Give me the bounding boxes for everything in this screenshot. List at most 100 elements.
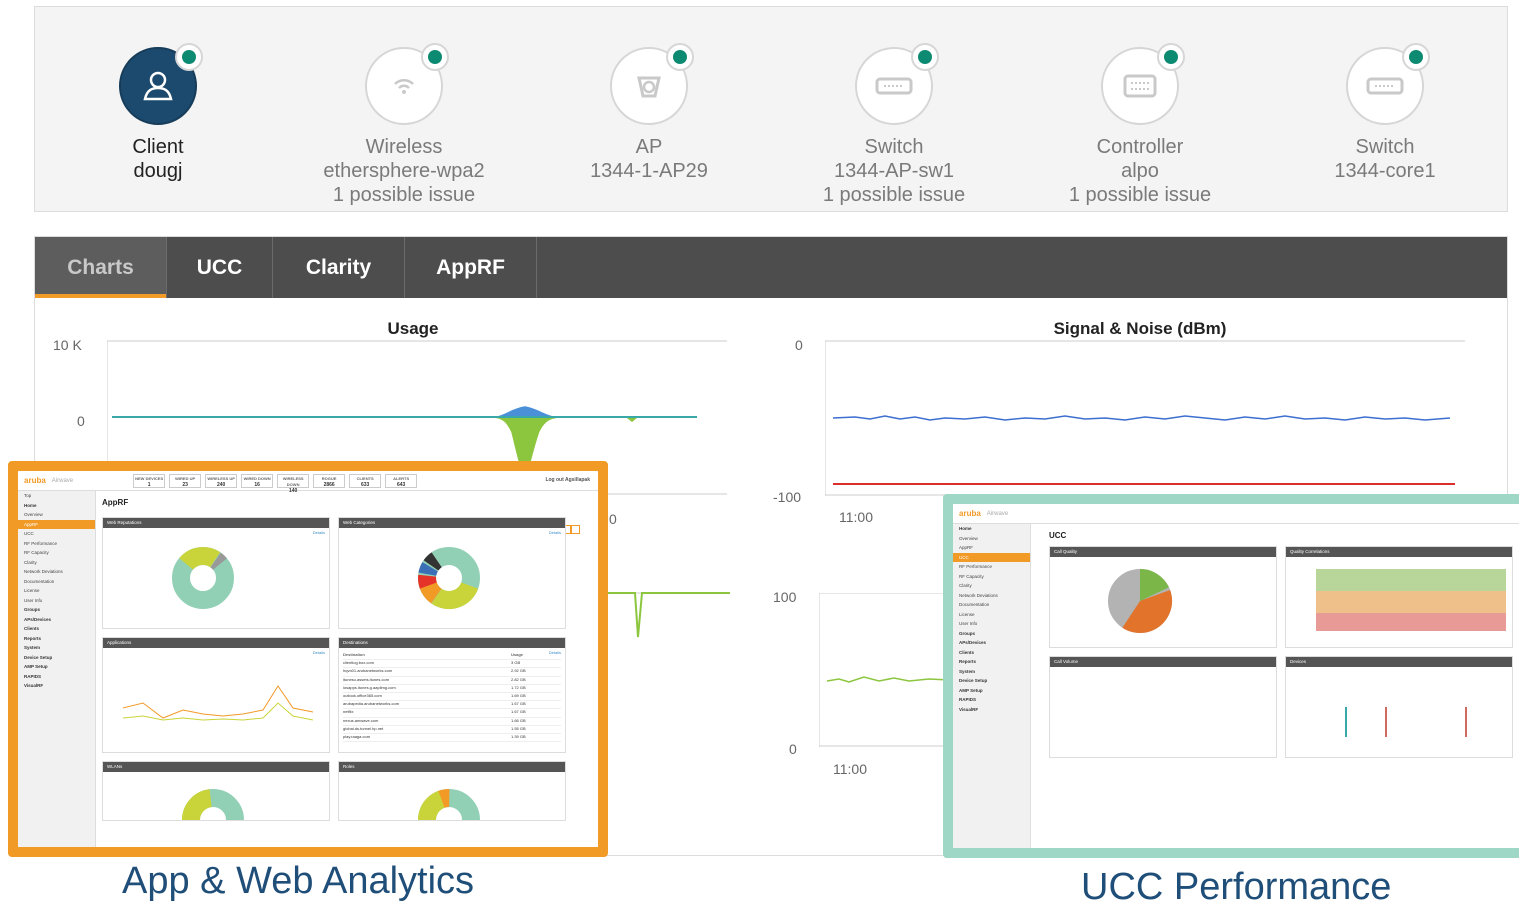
path-node-switch[interactable]: Switch 1344-AP-sw1 1 possible issue xyxy=(779,43,1009,207)
usage-chart-title: Usage xyxy=(387,319,439,338)
table-row: play.raaga.com 1.39 GB xyxy=(343,734,561,743)
logout-link[interactable]: Log out Agsillapak xyxy=(545,477,590,483)
card-quality-correlations: Quality Correlations xyxy=(1285,546,1513,648)
sidebar-item[interactable]: System xyxy=(18,643,95,653)
sidebar-item[interactable]: RF Performance xyxy=(953,562,1030,572)
table-row: hqvo01.arubanetworks.com 2.92 GB xyxy=(343,668,561,677)
apprf-screenshot[interactable]: aruba Airwave NEW DEVICES 1 WIRED UP 23 WI… xyxy=(8,461,608,857)
tab-clarity[interactable]: Clarity xyxy=(273,237,405,298)
tab-charts[interactable]: Charts xyxy=(35,237,167,298)
sidebar-item[interactable]: Reports xyxy=(18,634,95,644)
stat-new-devices[interactable]: NEW DEVICES 1 xyxy=(133,473,166,488)
apprf-caption: App & Web Analytics xyxy=(122,860,475,902)
sidebar-item[interactable]: Documentation xyxy=(18,577,95,587)
sidebar-item[interactable]: UCC xyxy=(18,529,95,539)
path-node-core-switch[interactable]: Switch 1344-core1 xyxy=(1270,43,1500,183)
sidebar-item[interactable]: AMP Setup xyxy=(18,662,95,672)
node-issue: 1 possible issue xyxy=(1068,184,1212,206)
web-reputation-pie xyxy=(172,547,234,609)
sidebar-item[interactable]: Device Setup xyxy=(18,653,95,663)
stat-wireless-up[interactable]: WIRELESS UP 240 xyxy=(205,473,238,488)
path-node-client[interactable]: Client dougj xyxy=(43,43,273,183)
sidebar-item[interactable]: Network Deviations xyxy=(18,567,95,577)
card-destinations: Destinations Details Destination Usage cl… xyxy=(338,637,566,753)
thumb-header: aruba Airwave NEW DEVICES 1 WIRED UP 23 WI… xyxy=(18,471,598,494)
stat-wired-down[interactable]: WIRED DOWN 16 xyxy=(241,473,274,488)
sidebar-item[interactable]: APs/Devices xyxy=(18,615,95,625)
sidebar-item[interactable]: Overview xyxy=(18,510,95,520)
client-path-bar: Client dougj Wireless ethersphere-wpa2 1… xyxy=(34,6,1508,212)
node-name: 1344-AP-sw1 xyxy=(833,160,955,182)
node-circle xyxy=(610,43,694,125)
sidebar-item[interactable]: AMP Setup xyxy=(953,686,1030,696)
sidebar-item[interactable]: RAPIDS xyxy=(953,695,1030,705)
sidebar-item[interactable]: RAPIDS xyxy=(18,672,95,682)
sidebar-item[interactable]: RF Capacity xyxy=(953,572,1030,582)
sidebar-item[interactable]: AppRF xyxy=(953,543,1030,553)
switch-icon xyxy=(1366,77,1404,95)
sidebar-item-apprf[interactable]: AppRF xyxy=(18,519,95,529)
sidebar-item[interactable]: Home xyxy=(18,501,95,511)
stats-strip: NEW DEVICES 1 WIRED UP 23 WIRELESS UP 240 W… xyxy=(133,473,418,494)
status-dot xyxy=(1157,43,1185,71)
node-name: 1344-1-AP29 xyxy=(590,160,708,182)
sidebar-item[interactable]: User Info xyxy=(18,596,95,606)
sidebar-item[interactable]: System xyxy=(953,667,1030,677)
ucc-screenshot[interactable]: aruba Airwave Home Overview AppRF UCC RF… xyxy=(943,494,1519,858)
user-icon xyxy=(143,71,173,101)
sidebar-item[interactable]: Reports xyxy=(953,657,1030,667)
stat-alerts[interactable]: ALERTS 643 xyxy=(385,473,418,488)
stat-wired-up[interactable]: WIRED UP 23 xyxy=(169,473,202,488)
ucc-caption: UCC Performance xyxy=(1081,866,1392,903)
signal-chart-title: Signal & Noise (dBm) xyxy=(1053,319,1227,338)
node-circle xyxy=(855,43,939,125)
sidebar-item[interactable]: Clients xyxy=(18,624,95,634)
sidebar-item[interactable]: RF Capacity xyxy=(18,548,95,558)
status-dot xyxy=(911,43,939,71)
lower-left-chart xyxy=(595,592,730,638)
node-circle xyxy=(1101,43,1185,125)
lower-right-series xyxy=(826,676,949,683)
node-type: Wireless xyxy=(365,136,443,158)
path-node-wireless[interactable]: Wireless ethersphere-wpa2 1 possible iss… xyxy=(289,43,519,207)
tab-apprf[interactable]: AppRF xyxy=(405,237,537,298)
sidebar-item[interactable]: Device Setup xyxy=(953,676,1030,686)
controller-icon xyxy=(1123,74,1157,98)
sidebar-item[interactable]: Groups xyxy=(18,605,95,615)
stat-clients[interactable]: CLIENTS 633 xyxy=(349,473,382,488)
sidebar-item[interactable]: Clients xyxy=(953,648,1030,658)
sidebar-item[interactable]: License xyxy=(18,586,95,596)
node-name: 1344-core1 xyxy=(1334,160,1436,182)
sidebar-item[interactable]: APs/Devices xyxy=(953,638,1030,648)
stat-rogue[interactable]: ROGUE 2866 xyxy=(313,473,346,488)
sidebar-item[interactable]: Home xyxy=(953,524,1030,534)
sidebar-item[interactable]: Groups xyxy=(953,629,1030,639)
stat-wireless-down[interactable]: WIRELESS DOWN 140 xyxy=(277,473,310,494)
sidebar-item[interactable]: VisualRF xyxy=(18,681,95,691)
destinations-table: Destination Usage clientlog.box.com 3 GB h… xyxy=(343,652,561,743)
sidebar-item[interactable]: Network Deviations xyxy=(953,591,1030,601)
sidebar-item[interactable]: User Info xyxy=(953,619,1030,629)
sidebar-item[interactable]: Clarity xyxy=(18,558,95,568)
thumb-sidebar: Top Home Overview AppRF UCC RF Performan… xyxy=(18,491,96,847)
path-node-ap[interactable]: AP 1344-1-AP29 xyxy=(534,43,764,183)
sidebar-item[interactable]: License xyxy=(953,610,1030,620)
call-quality-pie xyxy=(1108,569,1172,633)
sidebar-item[interactable]: Overview xyxy=(953,534,1030,544)
sidebar-item[interactable]: Clarity xyxy=(953,581,1030,591)
table-row: arubapedia.arubanetworks.com 1.67 GB xyxy=(343,701,561,710)
node-name: ethersphere-wpa2 xyxy=(323,160,485,182)
status-dot xyxy=(175,43,203,71)
table-row: iosapps.itunes.g.aaplimg.com 1.72 GB xyxy=(343,685,561,693)
path-node-controller[interactable]: Controller alpo 1 possible issue xyxy=(1025,43,1255,207)
sidebar-item[interactable]: VisualRF xyxy=(953,705,1030,715)
sidebar-item[interactable]: RF Performance xyxy=(18,539,95,549)
sidebar-item-ucc[interactable]: UCC xyxy=(953,552,1030,562)
node-type: AP xyxy=(635,136,663,158)
usage-y-tick-max: 10 K xyxy=(53,337,82,353)
card-applications: Applications Details xyxy=(102,637,330,753)
sidebar-item[interactable]: Documentation xyxy=(953,600,1030,610)
card-wlans: WLANs xyxy=(102,761,330,851)
tab-ucc[interactable]: UCC xyxy=(167,237,273,298)
sidebar-item[interactable]: Top xyxy=(18,491,95,501)
